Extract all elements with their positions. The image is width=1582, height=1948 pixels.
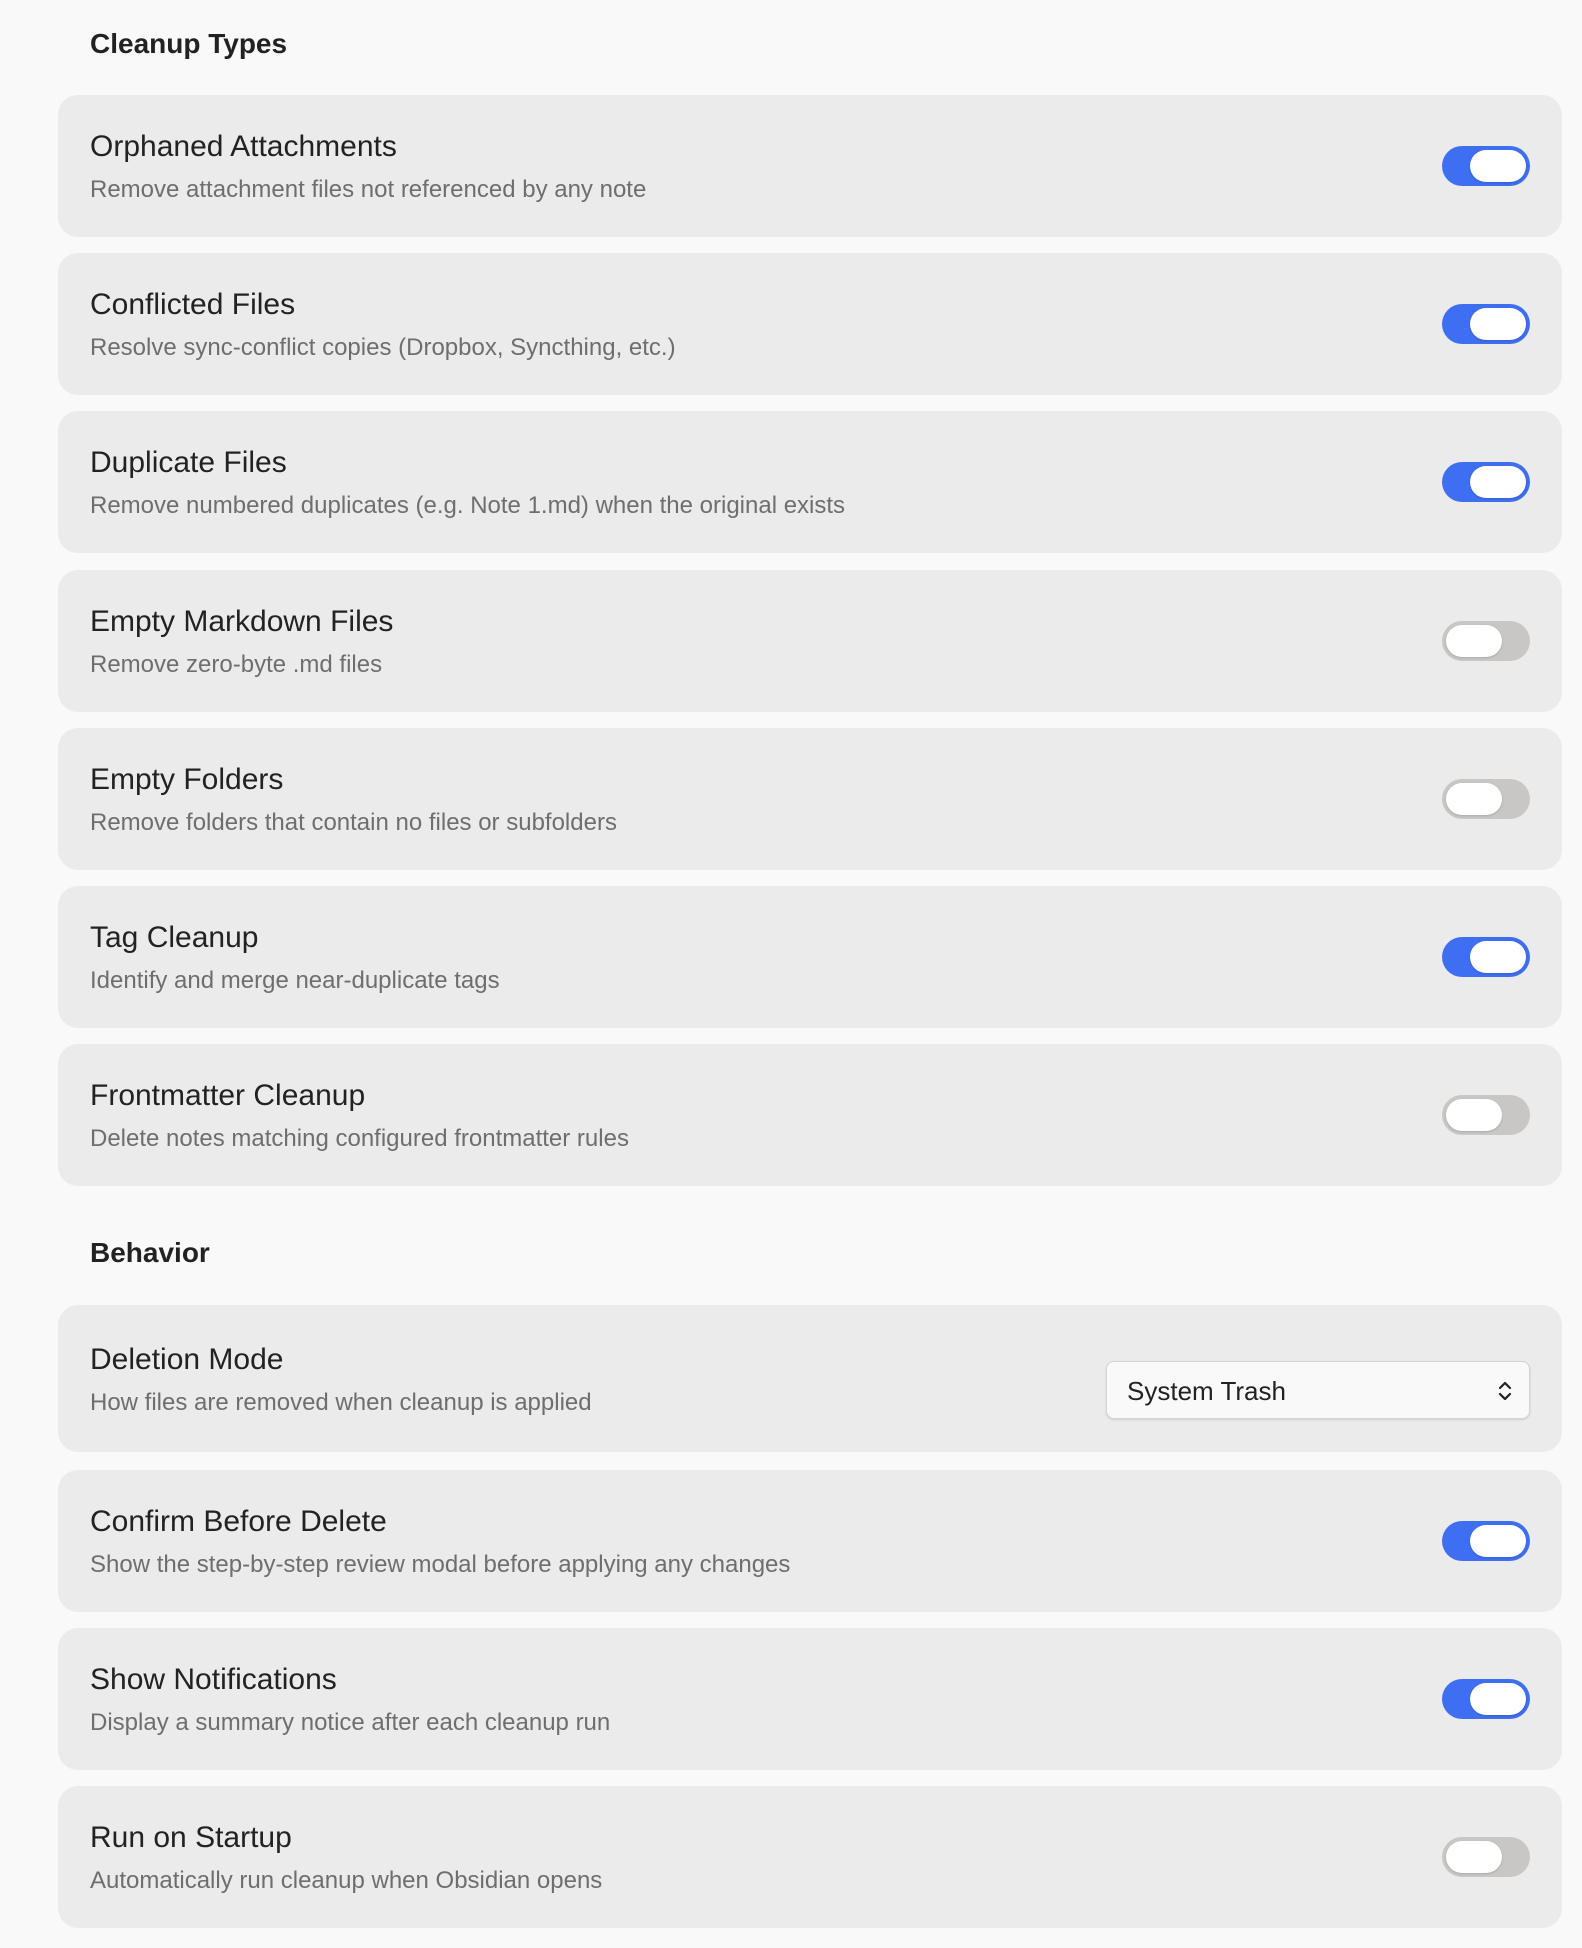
setting-description: Remove numbered duplicates (e.g. Note 1.… [90,492,846,519]
toggle-knob [1470,941,1526,973]
setting-description: Resolve sync-conflict copies (Dropbox, S… [90,334,676,361]
setting-title: Tag Cleanup [90,921,259,954]
setting-description: Identify and merge near-duplicate tags [90,967,500,994]
setting-title: Duplicate Files [90,446,287,479]
setting-tag-cleanup: Tag Cleanup Identify and merge near-dupl… [58,886,1562,1028]
setting-frontmatter-cleanup: Frontmatter Cleanup Delete notes matchin… [58,1044,1562,1186]
tag-cleanup-toggle[interactable] [1442,937,1530,977]
duplicate-files-toggle[interactable] [1442,462,1530,502]
setting-description: Remove zero-byte .md files [90,651,383,678]
run-on-startup-toggle[interactable] [1442,1837,1530,1877]
setting-title: Frontmatter Cleanup [90,1079,366,1112]
toggle-knob [1470,466,1526,498]
setting-description: Remove attachment files not referenced b… [90,176,647,203]
settings-page: Cleanup Types Orphaned Attachments Remov… [0,0,1582,1948]
setting-title: Run on Startup [90,1821,292,1854]
setting-confirm-before-delete: Confirm Before Delete Show the step-by-s… [58,1470,1562,1612]
setting-description: Delete notes matching configured frontma… [90,1125,629,1152]
deletion-mode-selected-value: System Trash [1127,1376,1286,1406]
show-notifications-toggle[interactable] [1442,1679,1530,1719]
setting-conflicted-files: Conflicted Files Resolve sync-conflict c… [58,253,1562,395]
setting-title: Orphaned Attachments [90,130,397,163]
setting-description: Show the step-by-step review modal befor… [90,1551,791,1578]
toggle-knob [1470,1525,1526,1557]
setting-description: Display a summary notice after each clea… [90,1709,611,1736]
frontmatter-cleanup-toggle[interactable] [1442,1095,1530,1135]
setting-duplicate-files: Duplicate Files Remove numbered duplicat… [58,411,1562,553]
chevron-up-down-icon [1498,1381,1512,1401]
toggle-knob [1446,625,1502,657]
deletion-mode-select[interactable]: System Trash [1106,1361,1530,1419]
toggle-knob [1446,1099,1502,1131]
toggle-knob [1446,783,1502,815]
toggle-knob [1470,1683,1526,1715]
setting-empty-markdown-files: Empty Markdown Files Remove zero-byte .m… [58,570,1562,712]
setting-title: Show Notifications [90,1663,337,1696]
setting-title: Confirm Before Delete [90,1505,387,1538]
conflicted-files-toggle[interactable] [1442,304,1530,344]
empty-folders-toggle[interactable] [1442,779,1530,819]
setting-empty-folders: Empty Folders Remove folders that contai… [58,728,1562,870]
orphaned-attachments-toggle[interactable] [1442,146,1530,186]
setting-run-on-startup: Run on Startup Automatically run cleanup… [58,1786,1562,1928]
section-heading-behavior: Behavior [90,1237,210,1268]
setting-title: Deletion Mode [90,1343,284,1376]
setting-description: How files are removed when cleanup is ap… [90,1389,592,1416]
setting-title: Empty Markdown Files [90,605,394,638]
section-heading-cleanup-types: Cleanup Types [90,28,288,59]
setting-show-notifications: Show Notifications Display a summary not… [58,1628,1562,1770]
confirm-before-delete-toggle[interactable] [1442,1521,1530,1561]
toggle-knob [1470,308,1526,340]
setting-description: Remove folders that contain no files or … [90,809,617,836]
empty-markdown-files-toggle[interactable] [1442,621,1530,661]
setting-title: Empty Folders [90,763,284,796]
setting-deletion-mode: Deletion Mode How files are removed when… [58,1305,1562,1452]
setting-title: Conflicted Files [90,288,296,321]
setting-orphaned-attachments: Orphaned Attachments Remove attachment f… [58,95,1562,237]
setting-description: Automatically run cleanup when Obsidian … [90,1867,603,1894]
toggle-knob [1446,1841,1502,1873]
toggle-knob [1470,150,1526,182]
